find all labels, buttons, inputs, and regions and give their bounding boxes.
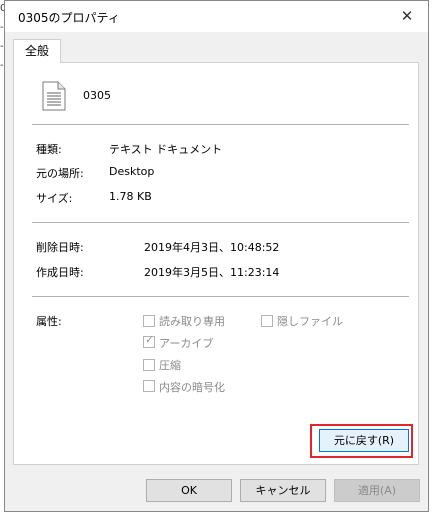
hidden-label: 隠しファイル <box>277 315 343 328</box>
text-document-icon <box>42 81 66 111</box>
divider <box>32 296 409 297</box>
general-tab-panel: 0305 種類: テキスト ドキュメント 元の場所: Desktop サイズ: … <box>13 62 419 465</box>
type-label: 種類: <box>36 143 62 156</box>
title-bar[interactable]: 0305のプロパティ ✕ <box>5 1 428 32</box>
compress-checkbox[interactable] <box>143 359 155 371</box>
hidden-checkbox[interactable] <box>261 315 273 327</box>
restore-button[interactable]: 元に戻す(R) <box>319 429 409 452</box>
encrypt-checkbox[interactable] <box>143 380 155 392</box>
attributes-label: 属性: <box>36 315 62 328</box>
ok-button[interactable]: OK <box>146 479 232 502</box>
archive-checkbox[interactable]: ✓ <box>143 333 155 348</box>
size-value: 1.78 KB <box>109 190 152 203</box>
location-value: Desktop <box>109 165 155 178</box>
file-name: 0305 <box>83 89 111 102</box>
encrypt-label: 内容の暗号化 <box>159 381 225 394</box>
properties-dialog: 0305のプロパティ ✕ 全般 0305 種類: テキスト ドキュメント 元の場… <box>4 0 429 512</box>
created-label: 作成日時: <box>36 266 84 279</box>
dialog-title: 0305のプロパティ <box>18 11 120 25</box>
created-value: 2019年3月5日、11:23:14 <box>144 266 280 279</box>
divider <box>32 222 409 223</box>
location-label: 元の場所: <box>36 167 84 180</box>
apply-button[interactable]: 適用(A) <box>334 479 420 502</box>
close-icon[interactable]: ✕ <box>396 5 418 27</box>
tab-general[interactable]: 全般 <box>13 39 61 63</box>
divider <box>32 124 409 125</box>
readonly-label: 読み取り専用 <box>159 315 225 328</box>
size-label: サイズ: <box>36 192 73 205</box>
readonly-checkbox[interactable] <box>143 315 155 327</box>
deleted-label: 削除日時: <box>36 241 84 254</box>
compress-label: 圧縮 <box>159 359 181 372</box>
archive-label: アーカイブ <box>159 337 214 350</box>
checkmark-icon: ✓ <box>145 333 155 346</box>
type-value: テキスト ドキュメント <box>109 143 223 156</box>
cancel-button[interactable]: キャンセル <box>240 479 326 502</box>
deleted-value: 2019年4月3日、10:48:52 <box>144 241 280 254</box>
